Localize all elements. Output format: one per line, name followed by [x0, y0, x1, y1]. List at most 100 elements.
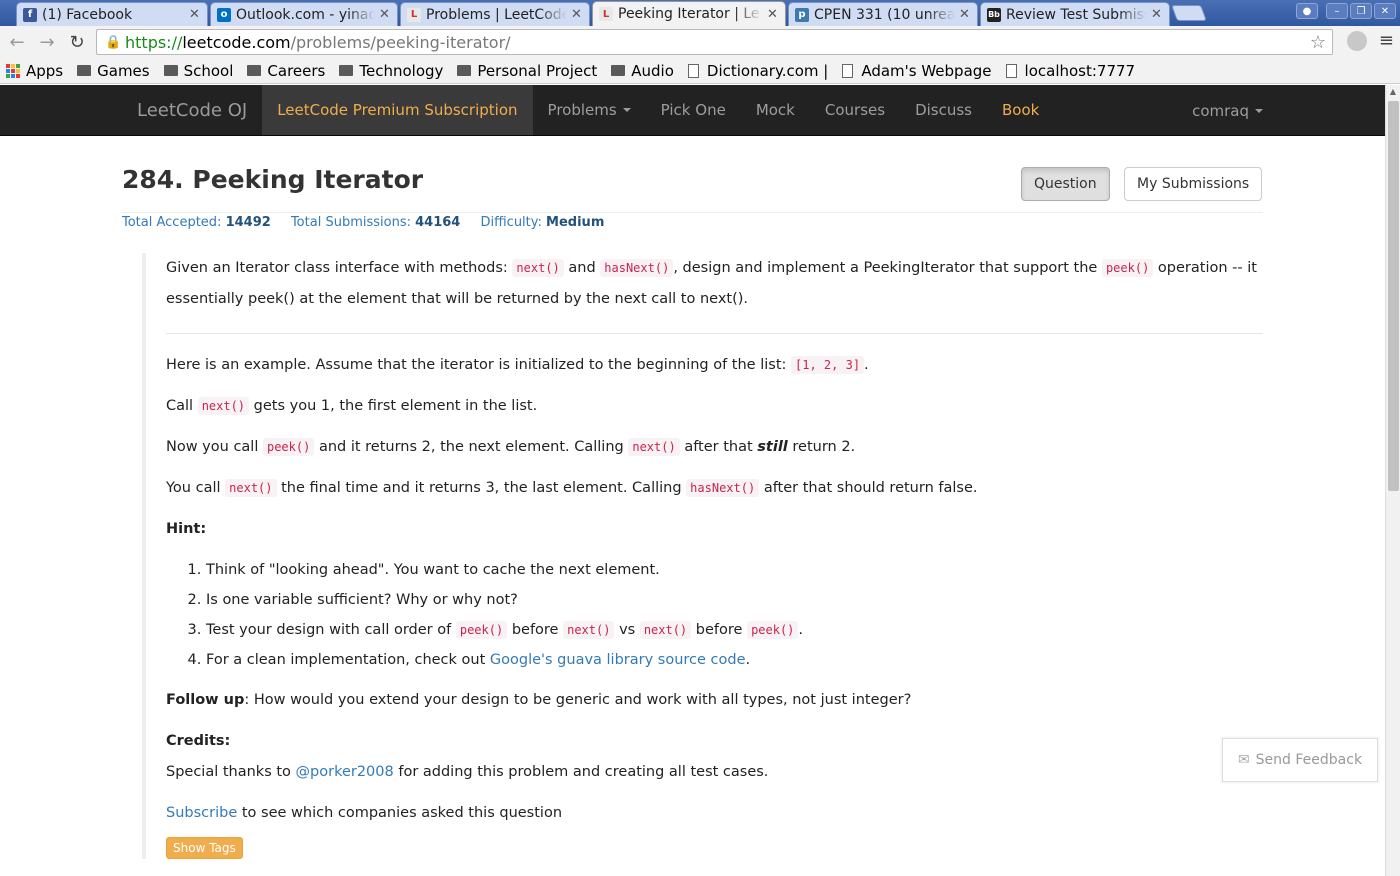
text: Given an Iterator class interface with m…	[166, 260, 508, 276]
close-icon[interactable]: ✕	[379, 7, 391, 22]
list-item: Test your design with call order of peek…	[206, 615, 1263, 645]
site-brand[interactable]: LeetCode OJ	[122, 85, 262, 135]
browser-tab-outlook[interactable]: o Outlook.com - yinad ✕	[210, 2, 398, 26]
envelope-icon: ✉	[1237, 752, 1250, 768]
text: Test your design with call order of	[206, 622, 452, 638]
list-item: Think of "looking ahead". You want to ca…	[206, 555, 1263, 585]
lock-icon: 🔒	[105, 35, 122, 50]
bookmark-label: Games	[97, 61, 150, 80]
bookmark-label: Audio	[631, 61, 674, 80]
porker2008-link[interactable]: @porker2008	[296, 764, 394, 780]
bookmark-adams-webpage[interactable]: Adam's Webpage	[842, 62, 992, 80]
followup-label: Follow up	[166, 692, 245, 708]
code-hasnext: hasNext()	[686, 479, 760, 497]
blackboard-icon: Bb	[987, 7, 1001, 22]
tab-title: Review Test Submiss	[1006, 6, 1147, 23]
peek-paragraph: Now you call peek() and it returns 2, th…	[166, 432, 1263, 463]
new-tab-button[interactable]	[1171, 5, 1207, 21]
extension-icon[interactable]	[1346, 30, 1367, 51]
scroll-up-icon[interactable]: ▲	[1386, 85, 1400, 99]
guava-source-link[interactable]: Google's guava library source code	[490, 652, 746, 668]
page-icon	[842, 63, 854, 78]
text: .	[745, 652, 751, 668]
bookmark-label: localhost:7777	[1024, 61, 1136, 80]
browser-tab-blackboard[interactable]: Bb Review Test Submiss ✕	[980, 2, 1170, 26]
close-icon[interactable]: ✕	[959, 7, 971, 22]
scrollbar-thumb[interactable]	[1388, 101, 1399, 491]
text: and	[568, 260, 596, 276]
code-list: [1, 2, 3]	[791, 356, 865, 374]
nav-discuss[interactable]: Discuss	[900, 85, 987, 135]
browser-tab-facebook[interactable]: f (1) Facebook ✕	[16, 2, 208, 26]
close-icon[interactable]: ✕	[189, 7, 201, 22]
close-icon[interactable]: ✕	[767, 7, 779, 22]
maximize-icon[interactable]: ❐	[1350, 3, 1372, 19]
final-paragraph: You call next() the final time and it re…	[166, 473, 1263, 504]
nav-mock[interactable]: Mock	[741, 85, 810, 135]
followup-paragraph: Follow up: How would you extend your des…	[166, 685, 1263, 716]
bookmark-star-icon[interactable]: ☆	[1310, 32, 1326, 53]
bookmark-folder-audio[interactable]: Audio	[611, 62, 674, 80]
bookmark-label: Careers	[267, 61, 326, 80]
browser-tab-piazza[interactable]: p CPEN 331 (10 unread ✕	[788, 2, 978, 26]
address-bar[interactable]: 🔒 https:// leetcode.com /problems/peekin…	[96, 29, 1333, 55]
divider	[166, 333, 1263, 334]
bookmark-localhost[interactable]: localhost:7777	[1005, 61, 1136, 80]
code-peek: peek()	[747, 621, 799, 639]
send-feedback-button[interactable]: ✉ Send Feedback	[1222, 738, 1378, 782]
minimize-icon[interactable]: –	[1326, 3, 1348, 19]
show-tags-button[interactable]: Show Tags	[166, 837, 243, 859]
user-name: comraq	[1192, 101, 1249, 120]
nav-courses[interactable]: Courses	[810, 85, 900, 135]
site-navbar: LeetCode OJ LeetCode Premium Subscriptio…	[0, 85, 1385, 136]
bookmark-apps[interactable]: Apps	[6, 62, 63, 80]
credits-heading: Credits:	[166, 726, 1263, 757]
bookmark-label: School	[183, 61, 234, 80]
close-icon[interactable]: ✕	[1151, 7, 1163, 22]
close-icon[interactable]: ✕	[571, 7, 583, 22]
call-paragraph: Call next() gets you 1, the first elemen…	[166, 391, 1263, 422]
problem-stats: Total Accepted: 14492 Total Submissions:…	[122, 215, 620, 230]
stat-label: Total Submissions:	[290, 215, 411, 230]
emphasis: still	[757, 439, 788, 455]
question-button[interactable]: Question	[1021, 167, 1110, 201]
nav-problems-dropdown[interactable]: Problems	[533, 85, 646, 135]
folder-icon	[457, 65, 472, 76]
menu-icon[interactable]: ≡	[1379, 30, 1394, 51]
back-icon[interactable]: ←	[4, 29, 30, 55]
code-next: next()	[225, 479, 277, 497]
page-title: 284. Peeking Iterator	[122, 165, 424, 194]
user-menu-dropdown[interactable]: comraq	[1192, 85, 1263, 136]
text: : How would you extend your design to be…	[244, 692, 912, 708]
page-viewport: LeetCode OJ LeetCode Premium Subscriptio…	[0, 85, 1385, 876]
bookmark-folder-games[interactable]: Games	[77, 61, 150, 80]
difficulty-badge: Medium	[546, 215, 605, 230]
bookmark-folder-school[interactable]: School	[163, 61, 234, 80]
my-submissions-button[interactable]: My Submissions	[1124, 167, 1263, 201]
bookmark-folder-personal-project[interactable]: Personal Project	[457, 62, 597, 80]
subscribe-link[interactable]: Subscribe	[166, 805, 237, 821]
reload-icon[interactable]: ↻	[64, 29, 90, 55]
nav-premium[interactable]: LeetCode Premium Subscription	[262, 85, 533, 135]
url-path: /problems/peeking-iterator/	[290, 32, 511, 52]
forward-icon[interactable]: →	[34, 29, 60, 55]
hint-list: Think of "looking ahead". You want to ca…	[166, 555, 1263, 675]
browser-tab-peeking-iterator[interactable]: L Peeking Iterator | Le ✕	[592, 1, 786, 26]
close-window-icon[interactable]: ✕	[1374, 3, 1396, 19]
tab-title: CPEN 331 (10 unread	[814, 6, 955, 23]
text: Call	[166, 398, 194, 414]
nav-pick-one[interactable]: Pick One	[646, 85, 741, 135]
bookmark-label: Technology	[359, 61, 444, 80]
browser-tab-leetcode-problems[interactable]: L Problems | LeetCode ✕	[400, 2, 590, 26]
bookmark-folder-careers[interactable]: Careers	[247, 62, 325, 80]
problem-content: 284. Peeking Iterator Question My Submis…	[122, 137, 1263, 859]
nav-book[interactable]: Book	[987, 85, 1054, 135]
user-profile-icon[interactable]: ●	[1296, 3, 1318, 19]
bookmark-dictionary[interactable]: Dictionary.com |	[687, 62, 828, 80]
problem-header: 284. Peeking Iterator Question My Submis…	[122, 137, 1263, 213]
bookmark-folder-technology[interactable]: Technology	[339, 62, 443, 80]
text: vs	[619, 622, 636, 638]
page-scrollbar[interactable]: ▲	[1385, 85, 1400, 876]
code-next: next()	[197, 397, 250, 415]
browser-tab-strip: f (1) Facebook ✕ o Outlook.com - yinad ✕…	[0, 0, 1400, 26]
